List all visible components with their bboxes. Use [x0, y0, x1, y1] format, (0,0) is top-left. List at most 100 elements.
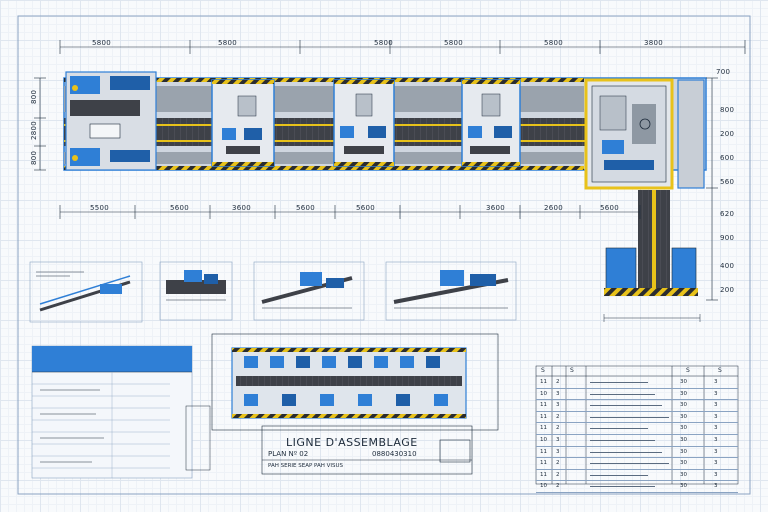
dim-right-8: 400 [720, 262, 734, 270]
table-cell: 30 [680, 436, 687, 443]
dim-left-1: 800 [30, 90, 38, 104]
table-cell: 2 [556, 483, 560, 490]
table-cell: 30 [680, 483, 687, 490]
table-row: 11 2 30 3 [536, 412, 738, 424]
dim-top-3: 5800 [374, 39, 393, 47]
workstation-1 [211, 79, 275, 167]
dim-top-2: 5800 [218, 39, 237, 47]
table-cell: 10 [540, 483, 547, 490]
table-cell: 11 [540, 460, 547, 467]
table-row: 11 3 30 3 [536, 400, 738, 412]
table-cell: 3 [714, 390, 718, 397]
table-cell: 3 [556, 436, 560, 443]
table-desc-line [590, 463, 669, 465]
dim-left-2: 2800 [30, 121, 38, 140]
table-cell: 3 [714, 460, 718, 467]
dim-top-1: 5800 [92, 39, 111, 47]
dim-bottom-3: 3600 [232, 204, 251, 212]
table-cell: 3 [714, 436, 718, 443]
spec-header-col1: S [541, 367, 545, 374]
spec-header-col4: S [686, 367, 690, 374]
blueprint-sheet: 5800 5800 5800 5800 5800 3800 5500 5600 … [0, 0, 768, 512]
dim-top-5: 5800 [544, 39, 563, 47]
end-cell [584, 78, 674, 190]
table-cell: 3 [714, 379, 718, 385]
table-cell: 3 [556, 402, 560, 409]
table-row: 11 2 30 3 [536, 423, 738, 435]
detail-view-4 [385, 261, 517, 321]
table-cell: 30 [680, 460, 687, 467]
spec-table-header: S S S S [536, 367, 738, 376]
dim-top-6: 3800 [644, 39, 663, 47]
dim-right-7: 900 [720, 234, 734, 242]
dim-right-2: 800 [720, 106, 734, 114]
table-cell: 30 [680, 413, 687, 420]
table-row: 10 2 30 3 [536, 481, 738, 493]
table-cell: 30 [680, 402, 687, 409]
dim-right-6: 620 [720, 210, 734, 218]
table-cell: 3 [556, 448, 560, 455]
dim-left-3: 800 [30, 151, 38, 165]
table-cell: 30 [680, 379, 687, 385]
table-desc-line [590, 405, 662, 407]
table-cell: 2 [556, 379, 560, 385]
table-cell: 3 [714, 413, 718, 420]
dim-top-4: 5800 [444, 39, 463, 47]
table-cell: 2 [556, 471, 560, 478]
table-cell: 3 [714, 448, 718, 455]
dim-bottom-5: 5600 [356, 204, 375, 212]
right-dimension-chain [706, 77, 718, 301]
table-cell: 3 [556, 390, 560, 397]
dim-bottom-4: 5600 [296, 204, 315, 212]
table-cell: 11 [540, 448, 547, 455]
dim-right-3: 200 [720, 130, 734, 138]
spec-header-col5: S [718, 367, 722, 374]
table-desc-line [590, 428, 648, 430]
table-cell: 11 [540, 379, 547, 385]
table-cell: 10 [540, 436, 547, 443]
drawing-title: LIGNE D'ASSEMBLAGE [286, 436, 418, 449]
table-desc-line [590, 439, 655, 441]
table-desc-line [590, 382, 648, 383]
detail-view-3 [253, 261, 365, 321]
drawing-subtitle: PAH SERIE SEAP PAH VISUS [268, 463, 344, 469]
table-cell: 3 [714, 402, 718, 409]
table-cell: 30 [680, 425, 687, 432]
dim-bottom-1: 5500 [90, 204, 109, 212]
dim-right-5: 560 [720, 178, 734, 186]
table-desc-line [590, 393, 655, 395]
spec-table-body: 11 2 30 3 10 3 30 3 11 3 30 3 11 2 30 3 11 2 30 3 10 3 30 3 11 3 3… [536, 377, 738, 493]
table-cell: 30 [680, 448, 687, 455]
table-desc-line [590, 486, 655, 488]
table-desc-line [590, 474, 648, 476]
dim-right-4: 600 [720, 154, 734, 162]
table-cell: 3 [714, 483, 718, 490]
table-cell: 3 [714, 471, 718, 478]
table-cell: 2 [556, 413, 560, 420]
table-row: 11 3 30 3 [536, 447, 738, 459]
table-cell: 11 [540, 425, 547, 432]
table-cell: 2 [556, 425, 560, 432]
dim-bottom-2: 5600 [170, 204, 189, 212]
detail-view-1 [29, 261, 143, 323]
table-cell: 11 [540, 413, 547, 420]
dim-bottom-8: 5600 [600, 204, 619, 212]
spec-header-col2: S [570, 367, 574, 374]
workstation-3 [461, 79, 521, 167]
top-dimension-chain [59, 40, 746, 54]
table-row: 10 3 30 3 [536, 389, 738, 401]
workstation-2 [333, 79, 395, 167]
dim-right-9: 200 [720, 286, 734, 294]
table-cell: 2 [556, 460, 560, 467]
legend-panel [31, 345, 193, 479]
table-cell: 3 [714, 425, 718, 432]
table-cell: 11 [540, 471, 547, 478]
drawing-code: 0880430310 [372, 450, 417, 458]
table-cell: 30 [680, 471, 687, 478]
table-row: 11 2 30 3 [536, 458, 738, 470]
table-desc-line [590, 416, 669, 418]
detail-view-2 [159, 261, 233, 321]
center-layout-detail [211, 333, 499, 431]
table-desc-line [590, 451, 662, 453]
dim-right-1: 700 [716, 68, 730, 76]
